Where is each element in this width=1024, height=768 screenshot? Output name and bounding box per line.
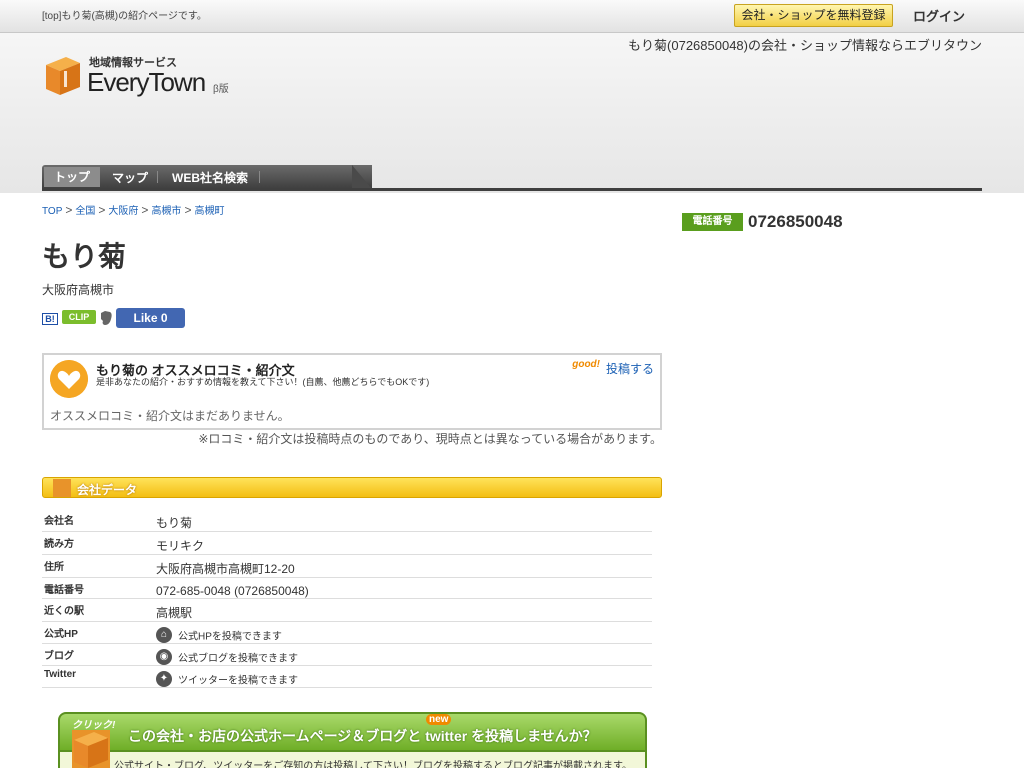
section-title: 会社データ (77, 483, 138, 497)
site-logo[interactable]: 地域情報サービス EveryTown β版 (44, 53, 244, 101)
promo-text: 公式サイト・ブログ、ツイッターをご存知の方は投稿して下さい！ブログを投稿するとブ… (114, 761, 632, 768)
site-header: もり菊(0726850048)の会社・ショップ情報ならエブリタウン 地域情報サー… (0, 33, 1024, 193)
logo-beta: β版 (213, 84, 229, 95)
heart-icon (50, 360, 88, 398)
nav-item-top[interactable]: トップ (44, 167, 100, 187)
twitter-icon: ✦ (156, 671, 172, 687)
table-row: 読み方 モリキク (42, 531, 652, 555)
login-link[interactable]: ログイン (913, 6, 965, 25)
table-row: 電話番号 072-685-0048 (0726850048) (42, 577, 652, 599)
table-row: 公式HP ⌂ 公式HPを投稿できます (42, 621, 652, 644)
top-bar: [top]もり菊(高槻)の紹介ページです。 会社・ショップを無料登録 ログイン (0, 0, 1024, 33)
hatena-bookmark-icon[interactable]: B! (42, 313, 58, 325)
good-thumb-icon: good! (572, 359, 600, 370)
review-box: もり菊の オススメロコミ・紹介文 是非あなたの紹介・おすすめ情報を教えて下さい！… (42, 353, 662, 430)
breadcrumb-top[interactable]: TOP (42, 206, 62, 217)
post-blog-link[interactable]: 公式ブログを投稿できます (178, 654, 298, 665)
header-tagline: もり菊(0726850048)の会社・ショップ情報ならエブリタウン (628, 38, 982, 53)
review-empty-text: オススメロコミ・紹介文はまだありません。 (50, 409, 290, 423)
home-icon: ⌂ (156, 627, 172, 643)
facebook-like-button[interactable]: Like 0 (116, 308, 185, 328)
nav-item-map[interactable]: マップ (112, 169, 148, 186)
post-hp-link[interactable]: 公式HPを投稿できます (178, 632, 282, 643)
breadcrumb-takatsuki-city[interactable]: 高槻市 (151, 206, 181, 217)
main-nav: トップ マップ WEB社名検索 (42, 165, 982, 191)
company-data-header: 会社データ (42, 477, 662, 498)
promo-banner[interactable]: クリック! new この会社・お店の公式ホームページ＆ブログと twitter … (58, 712, 647, 768)
nav-item-web-search[interactable]: WEB社名検索 (172, 169, 248, 186)
new-badge: new (426, 714, 452, 725)
shop-region: 大阪府高槻市 (42, 283, 115, 297)
post-review-link[interactable]: 投稿する (606, 360, 654, 377)
phone-badge: 電話番号 (682, 213, 743, 231)
breadcrumb-osaka[interactable]: 大阪府 (108, 206, 138, 217)
table-row: ブログ ◉ 公式ブログを投稿できます (42, 643, 652, 666)
table-row: 住所 大阪府高槻市高槻町12-20 (42, 554, 652, 578)
promo-click-label: クリック! (72, 720, 116, 731)
company-data-table: 会社名 もり菊 読み方 モリキク 住所 大阪府高槻市高槻町12-20 電話番号 … (42, 509, 652, 688)
table-row: 会社名 もり菊 (42, 509, 652, 532)
post-twitter-link[interactable]: ツイッターを投稿できます (178, 676, 298, 687)
breadcrumb-zenkoku[interactable]: 全国 (75, 206, 95, 217)
breadcrumb-takatsuki-town[interactable]: 高槻町 (194, 206, 224, 217)
evernote-icon[interactable] (98, 310, 114, 326)
logo-box-icon (46, 57, 80, 95)
table-row: 近くの駅 高槻駅 (42, 598, 652, 622)
page-title: もり菊 (42, 241, 127, 272)
logo-name: EveryTown (87, 67, 206, 97)
review-subtitle: 是非あなたの紹介・おすすめ情報を教えて下さい！(自薦、他薦どちらでもOKです) (96, 377, 430, 387)
clip-button[interactable]: CLIP (62, 310, 96, 324)
promo-heading: この会社・お店の公式ホームページ＆ブログと twitter を投稿しませんか？ (128, 728, 597, 744)
phone-number: 0726850048 (748, 212, 843, 231)
breadcrumb: TOP > 全国 > 大阪府 > 高槻市 > 高槻町 (42, 203, 225, 217)
rss-icon: ◉ (156, 649, 172, 665)
table-row: Twitter ✦ ツイッターを投稿できます (42, 665, 652, 688)
register-shop-button[interactable]: 会社・ショップを無料登録 (734, 4, 893, 27)
page-description: [top]もり菊(高槻)の紹介ページです。 (42, 11, 207, 22)
promo-box-icon (72, 730, 110, 768)
review-note: ※ロコミ・紹介文は投稿時点のものであり、現時点とは異なっている場合があります。 (198, 432, 662, 446)
box-icon (53, 479, 71, 497)
